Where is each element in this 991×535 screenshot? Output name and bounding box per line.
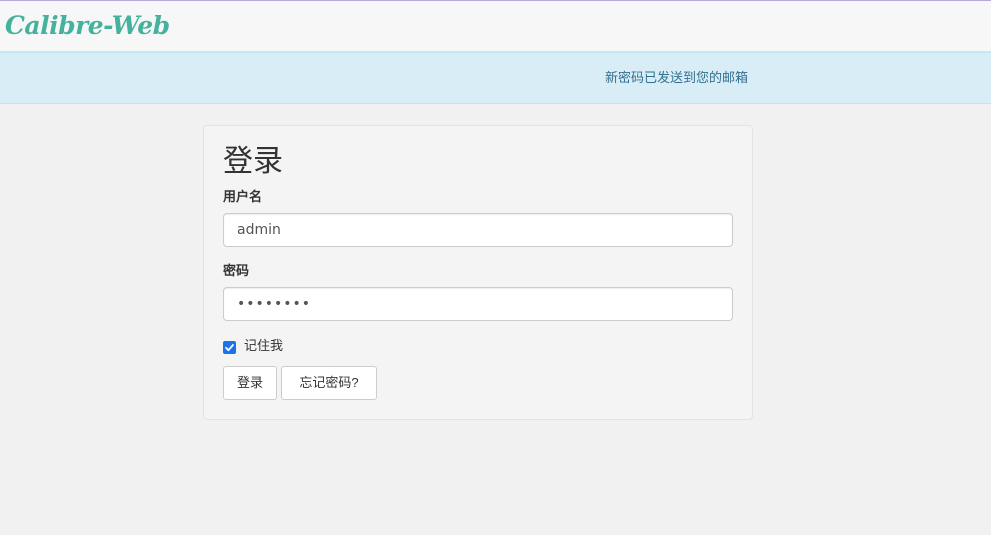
password-label: 密码 (223, 264, 250, 279)
username-input[interactable]: admin (223, 213, 733, 247)
info-alert: 新密码已发送到您的邮箱 (0, 52, 991, 104)
remember-me-checkbox[interactable] (223, 340, 236, 354)
alert-message: 新密码已发送到您的邮箱 (605, 71, 749, 86)
forgot-password-button[interactable]: 忘记密码? (281, 366, 377, 400)
top-navbar: Calibre-Web (0, 0, 991, 52)
login-button[interactable]: 登录 (223, 366, 277, 400)
login-panel: 登录 用户名 admin 密码 •••••••• 记住我 登录 忘记密码? (203, 125, 753, 420)
remember-me-label: 记住我 (244, 339, 284, 354)
remember-me-row[interactable]: 记住我 (223, 337, 283, 357)
username-label: 用户名 (223, 190, 263, 205)
brand-logo[interactable]: Calibre-Web (5, 7, 170, 45)
password-input[interactable]: •••••••• (223, 287, 733, 321)
login-title: 登录 (223, 144, 283, 179)
checkmark-icon (225, 343, 234, 351)
